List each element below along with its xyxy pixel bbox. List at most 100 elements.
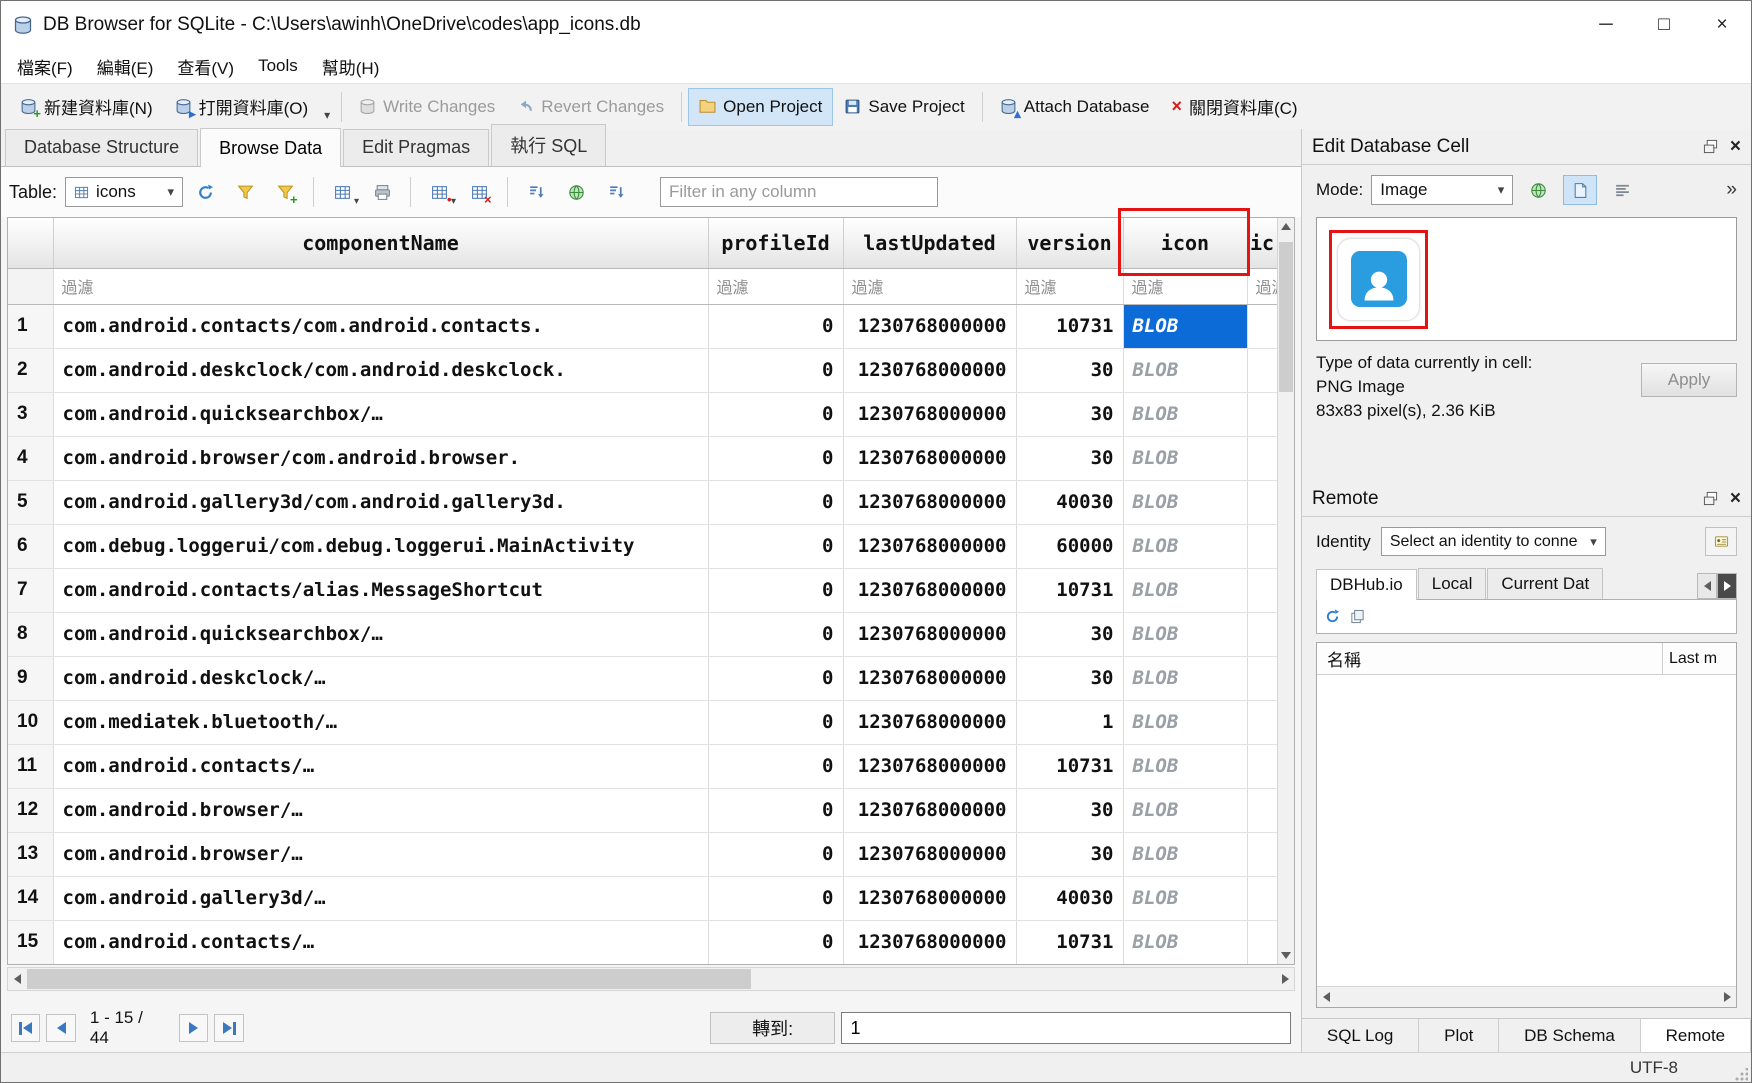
scroll-right-icon[interactable] xyxy=(1718,987,1736,1007)
row-number[interactable]: 7 xyxy=(8,568,53,612)
cell-partial[interactable] xyxy=(1247,788,1277,832)
cell-icon[interactable]: BLOB xyxy=(1123,744,1247,788)
cell-componentName[interactable]: com.android.contacts/com.android.contact… xyxy=(53,304,708,348)
tab-edit-pragmas[interactable]: Edit Pragmas xyxy=(343,129,489,166)
cell-version[interactable]: 10731 xyxy=(1016,744,1123,788)
cell-profileId[interactable]: 0 xyxy=(708,568,843,612)
cell-componentName[interactable]: com.android.quicksearchbox/… xyxy=(53,392,708,436)
attach-database-button[interactable]: ▴ Attach Database xyxy=(989,88,1161,126)
vertical-scroll-thumb[interactable] xyxy=(1279,242,1293,392)
cell-componentName[interactable]: com.mediatek.bluetooth/… xyxy=(53,700,708,744)
tab-database-structure[interactable]: Database Structure xyxy=(5,129,198,166)
resize-grip-icon[interactable] xyxy=(1734,1068,1748,1082)
cell-icon[interactable]: BLOB xyxy=(1123,876,1247,920)
cell-version[interactable]: 30 xyxy=(1016,788,1123,832)
cell-partial[interactable] xyxy=(1247,568,1277,612)
close-panel-icon[interactable]: × xyxy=(1730,136,1741,158)
cell-profileId[interactable]: 0 xyxy=(708,612,843,656)
cell-version[interactable]: 30 xyxy=(1016,348,1123,392)
prev-page-button[interactable] xyxy=(46,1014,75,1042)
scroll-left-icon[interactable] xyxy=(1317,987,1335,1007)
row-number[interactable]: 1 xyxy=(8,304,53,348)
minimize-icon[interactable]: ─ xyxy=(1577,1,1635,49)
cell-version[interactable]: 1 xyxy=(1016,700,1123,744)
close-panel-icon[interactable]: × xyxy=(1730,488,1741,510)
apply-button[interactable]: Apply xyxy=(1641,363,1737,397)
cell-lastUpdated[interactable]: 1230768000000 xyxy=(843,876,1016,920)
cell-profileId[interactable]: 0 xyxy=(708,920,843,964)
import-certificate-button[interactable] xyxy=(1705,527,1737,556)
cell-profileId[interactable]: 0 xyxy=(708,744,843,788)
row-number[interactable]: 10 xyxy=(8,700,53,744)
cell-componentName[interactable]: com.android.gallery3d/com.android.galler… xyxy=(53,480,708,524)
cell-lastUpdated[interactable]: 1230768000000 xyxy=(843,436,1016,480)
cell-profileId[interactable]: 0 xyxy=(708,480,843,524)
scroll-up-icon[interactable] xyxy=(1278,218,1294,235)
cell-version[interactable]: 60000 xyxy=(1016,524,1123,568)
cell-icon[interactable]: BLOB xyxy=(1123,832,1247,876)
table-select[interactable]: icons ▾ xyxy=(65,177,183,207)
cell-partial[interactable] xyxy=(1247,744,1277,788)
overflow-chevron-icon[interactable]: » xyxy=(1726,179,1737,201)
filter-lastUpdated[interactable]: 過濾 xyxy=(843,268,1016,304)
row-number[interactable]: 8 xyxy=(8,612,53,656)
close-database-button[interactable]: × 關閉資料庫(C) xyxy=(1160,88,1308,126)
column-header-name[interactable]: 名稱 xyxy=(1317,643,1662,674)
scroll-right-icon[interactable] xyxy=(1276,968,1294,990)
cell-lastUpdated[interactable]: 1230768000000 xyxy=(843,304,1016,348)
filter-options-button[interactable]: + xyxy=(267,176,303,208)
horizontal-scrollbar[interactable] xyxy=(7,967,1295,991)
mode-select[interactable]: Image ▾ xyxy=(1371,175,1513,205)
tab-browse-data[interactable]: Browse Data xyxy=(200,128,341,167)
cell-icon[interactable]: BLOB xyxy=(1123,568,1247,612)
filter-input[interactable] xyxy=(660,177,938,207)
cell-componentName[interactable]: com.android.gallery3d/… xyxy=(53,876,708,920)
cell-componentName[interactable]: com.android.deskclock/com.android.deskcl… xyxy=(53,348,708,392)
cell-icon[interactable]: BLOB xyxy=(1123,348,1247,392)
delete-record-button[interactable]: × xyxy=(461,176,497,208)
cell-icon[interactable]: BLOB xyxy=(1123,480,1247,524)
last-page-button[interactable] xyxy=(214,1014,243,1042)
cell-icon[interactable]: BLOB xyxy=(1123,788,1247,832)
menu-view[interactable]: 查看(V) xyxy=(165,49,246,83)
maximize-icon[interactable]: □ xyxy=(1635,1,1693,49)
next-page-button[interactable] xyxy=(179,1014,208,1042)
scroll-left-icon[interactable] xyxy=(8,968,26,990)
row-number[interactable]: 4 xyxy=(8,436,53,480)
cell-partial[interactable] xyxy=(1247,524,1277,568)
refresh-remote-icon[interactable] xyxy=(1325,609,1340,624)
scroll-down-icon[interactable] xyxy=(1278,947,1294,964)
cell-version[interactable]: 40030 xyxy=(1016,480,1123,524)
dock-tab-db-schema[interactable]: DB Schema xyxy=(1499,1019,1640,1052)
row-number[interactable]: 9 xyxy=(8,656,53,700)
close-icon[interactable]: × xyxy=(1693,1,1751,49)
image-view-button[interactable] xyxy=(1563,175,1597,205)
cell-icon[interactable]: BLOB xyxy=(1123,524,1247,568)
cell-version[interactable]: 10731 xyxy=(1016,304,1123,348)
cell-profileId[interactable]: 0 xyxy=(708,392,843,436)
refresh-button[interactable] xyxy=(187,176,223,208)
cell-partial[interactable] xyxy=(1247,876,1277,920)
menu-tools[interactable]: Tools xyxy=(246,49,310,83)
cell-lastUpdated[interactable]: 1230768000000 xyxy=(843,612,1016,656)
cell-componentName[interactable]: com.android.quicksearchbox/… xyxy=(53,612,708,656)
open-database-button[interactable]: ▸ 打開資料庫(O) xyxy=(164,88,320,126)
encoding-button[interactable] xyxy=(558,176,594,208)
column-header-last-modified[interactable]: Last m xyxy=(1662,643,1736,674)
column-header-lastUpdated[interactable]: lastUpdated xyxy=(843,218,1016,268)
vertical-scrollbar[interactable] xyxy=(1277,218,1294,964)
cell-icon[interactable]: BLOB xyxy=(1123,392,1247,436)
import-data-button[interactable] xyxy=(1521,175,1555,205)
open-database-dropdown-icon[interactable]: ▾ xyxy=(319,88,335,126)
row-number[interactable]: 5 xyxy=(8,480,53,524)
save-results-button[interactable]: ▾ xyxy=(324,176,360,208)
cell-partial[interactable] xyxy=(1247,348,1277,392)
cell-partial[interactable] xyxy=(1247,920,1277,964)
print-button[interactable] xyxy=(364,176,400,208)
clone-database-icon[interactable] xyxy=(1350,609,1365,624)
new-database-button[interactable]: + 新建資料庫(N) xyxy=(9,88,164,126)
row-number[interactable]: 13 xyxy=(8,832,53,876)
cell-componentName[interactable]: com.android.contacts/alias.MessageShortc… xyxy=(53,568,708,612)
menu-edit[interactable]: 編輯(E) xyxy=(85,49,166,83)
cell-profileId[interactable]: 0 xyxy=(708,436,843,480)
